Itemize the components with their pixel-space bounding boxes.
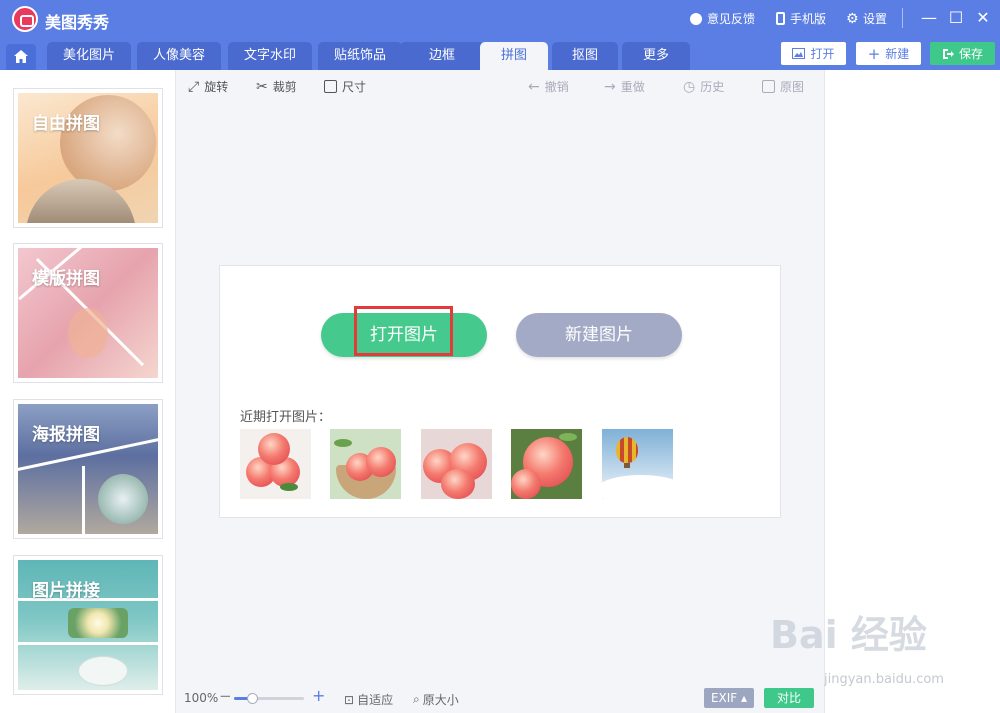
undo-arrow-icon: ← <box>528 78 540 95</box>
recent-image-thumbnail[interactable] <box>421 429 492 499</box>
sidebar-label: 海报拼图 <box>32 425 100 445</box>
rotate-icon: ⤢ <box>188 78 200 95</box>
sidebar-label: 图片拼接 <box>32 581 100 601</box>
fit-label: 自适应 <box>357 693 394 707</box>
resize-icon <box>324 80 337 93</box>
tab-frames[interactable]: 边框 <box>400 42 484 70</box>
save-button[interactable]: 保存 <box>930 42 995 65</box>
plus-icon: + <box>867 44 881 63</box>
home-icon <box>14 50 28 63</box>
watermark-url: jingyan.baidu.com <box>824 672 944 687</box>
tab-beautify[interactable]: 美化图片 <box>47 42 131 70</box>
tab-more[interactable]: 更多 <box>622 42 690 70</box>
size-label: 尺寸 <box>342 80 367 94</box>
mobile-link[interactable]: 手机版 <box>776 10 826 27</box>
tab-portrait[interactable]: 人像美容 <box>137 42 221 70</box>
close-button[interactable]: ✕ <box>972 8 994 28</box>
app-logo-icon <box>12 6 38 32</box>
tab-stickers[interactable]: 贴纸饰品 <box>318 42 402 70</box>
tab-bar: 美化图片 人像美容 文字水印 贴纸饰品 边框 拼图 抠图 更多 打开 + 新建 … <box>0 38 1000 70</box>
sidebar-label: 自由拼图 <box>32 114 100 134</box>
tab-collage[interactable]: 拼图 <box>480 42 548 70</box>
app-title: 美图秀秀 <box>45 13 110 32</box>
collage-type-sidebar: 自由拼图 模版拼图 海报拼图 图片拼接 <box>0 70 176 713</box>
recent-image-thumbnail[interactable] <box>602 429 673 499</box>
minimize-button[interactable]: — <box>918 8 940 28</box>
magnifier-icon: ⌕ <box>413 692 420 706</box>
redo-tool[interactable]: → 重做 <box>604 78 645 95</box>
redo-arrow-icon: → <box>604 78 616 95</box>
exif-button[interactable]: EXIF ▴ <box>704 688 754 708</box>
sidebar-item-poster-collage[interactable]: 海报拼图 <box>13 399 163 539</box>
sidebar-label: 模版拼图 <box>32 269 100 289</box>
redo-label: 重做 <box>620 80 645 94</box>
open-label: 打开 <box>810 47 835 61</box>
title-bar: 美图秀秀 意见反馈 手机版 ⚙ 设置 — ☐ ✕ <box>0 0 1000 38</box>
zoom-slider[interactable] <box>234 693 304 704</box>
history-tool[interactable]: ◷ 历史 <box>683 78 724 95</box>
undo-tool[interactable]: ← 撤销 <box>528 78 569 95</box>
settings-link[interactable]: ⚙ 设置 <box>846 10 887 27</box>
recent-image-thumbnail[interactable] <box>240 429 311 499</box>
compare-label: 对比 <box>776 691 801 705</box>
home-tab[interactable] <box>6 44 36 70</box>
baidu-watermark-logo: Bai 经验 <box>770 613 927 657</box>
annotation-highlight-box <box>354 306 453 356</box>
image-stitch-thumbnail: 图片拼接 <box>18 560 158 690</box>
original-label: 原图 <box>780 80 805 94</box>
clock-icon: ◷ <box>683 78 696 95</box>
maximize-button[interactable]: ☐ <box>945 8 967 28</box>
tab-cutout[interactable]: 抠图 <box>552 42 618 70</box>
feedback-label: 意见反馈 <box>707 12 756 26</box>
zoom-level: 100% <box>184 691 219 705</box>
export-icon <box>942 48 954 59</box>
image-icon <box>792 48 806 59</box>
open-button[interactable]: 打开 <box>781 42 846 65</box>
crop-label: 裁剪 <box>272 80 297 94</box>
original-size-button[interactable]: ⌕ 原大小 <box>413 691 459 708</box>
edit-toolbar: ⤢ 旋转 ✂ 裁剪 尺寸 ← 撤销 → 重做 ◷ 历史 原图 <box>176 70 824 100</box>
start-card: 打开图片 新建图片 近期打开图片： <box>219 265 781 518</box>
new-image-button[interactable]: 新建图片 <box>516 313 682 357</box>
original-size-label: 原大小 <box>422 693 459 707</box>
settings-label: 设置 <box>863 12 888 26</box>
new-label: 新建 <box>885 47 910 61</box>
poster-collage-thumbnail: 海报拼图 <box>18 404 158 534</box>
crop-tool[interactable]: ✂ 裁剪 <box>256 78 297 95</box>
sidebar-item-template-collage[interactable]: 模版拼图 <box>13 243 163 383</box>
titlebar-divider <box>902 8 903 28</box>
size-tool[interactable]: 尺寸 <box>324 78 366 95</box>
recent-images-label: 近期打开图片： <box>240 410 332 425</box>
original-tool[interactable]: 原图 <box>762 78 804 95</box>
new-button[interactable]: + 新建 <box>856 42 921 65</box>
save-label: 保存 <box>958 47 983 61</box>
history-label: 历史 <box>700 80 725 94</box>
picture-icon <box>762 80 775 93</box>
gear-icon: ⚙ <box>846 10 859 27</box>
chat-bubble-icon <box>690 12 702 25</box>
fit-window-button[interactable]: ⊡ 自适应 <box>344 691 393 708</box>
sidebar-item-free-collage[interactable]: 自由拼图 <box>13 88 163 228</box>
sidebar-item-image-stitch[interactable]: 图片拼接 <box>13 555 163 695</box>
fit-icon: ⊡ <box>344 692 355 707</box>
status-bar: 100% − + ⊡ 自适应 ⌕ 原大小 EXIF ▴ 对比 <box>176 686 824 710</box>
recent-image-thumbnail[interactable] <box>511 429 582 499</box>
rotate-label: 旋转 <box>204 80 229 94</box>
feedback-link[interactable]: 意见反馈 <box>690 10 755 27</box>
compare-button[interactable]: 对比 <box>764 688 814 708</box>
phone-icon <box>776 12 785 25</box>
zoom-out-button[interactable]: − <box>219 687 232 705</box>
zoom-slider-handle[interactable] <box>246 693 258 704</box>
mobile-label: 手机版 <box>790 12 827 26</box>
scissors-icon: ✂ <box>256 78 268 95</box>
undo-label: 撤销 <box>544 80 569 94</box>
template-collage-thumbnail: 模版拼图 <box>18 248 158 378</box>
zoom-in-button[interactable]: + <box>312 686 325 705</box>
rotate-tool[interactable]: ⤢ 旋转 <box>188 78 228 95</box>
free-collage-thumbnail: 自由拼图 <box>18 93 158 223</box>
recent-image-thumbnail[interactable] <box>330 429 401 499</box>
tab-text-watermark[interactable]: 文字水印 <box>228 42 312 70</box>
